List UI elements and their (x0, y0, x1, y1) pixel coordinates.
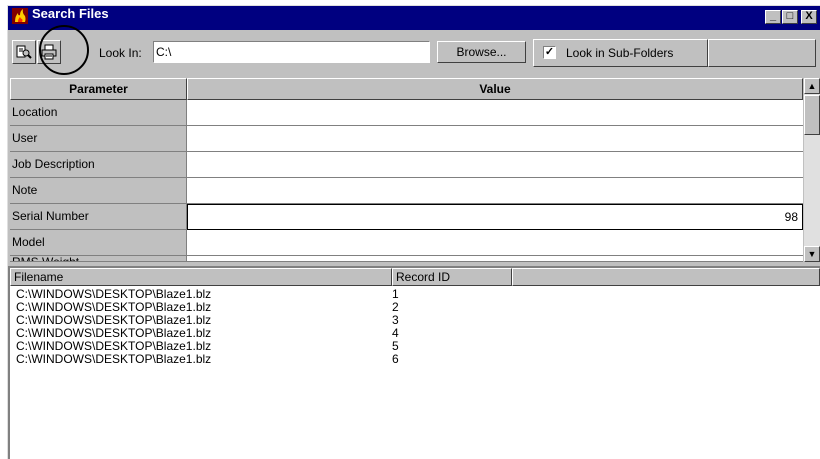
maximize-button[interactable]: □ (782, 10, 798, 24)
close-button[interactable]: X (801, 10, 817, 24)
browse-button[interactable]: Browse... (437, 41, 526, 63)
header-parameter[interactable]: Parameter (10, 78, 187, 100)
param-serial-number: Serial Number (10, 204, 187, 230)
table-row-record-id[interactable]: 5 (392, 340, 492, 353)
app-flame-icon (12, 8, 28, 24)
table-row-record-id[interactable]: 2 (392, 301, 492, 314)
value-rms-weight[interactable] (187, 256, 803, 262)
value-location[interactable] (187, 100, 803, 126)
subfolders-label[interactable]: Look in Sub-Folders (566, 46, 673, 60)
results-list: Filename Record ID C:\WINDOWS\DESKTOP\Bl… (8, 266, 820, 459)
scroll-down-arrow-icon[interactable]: ▼ (804, 246, 820, 262)
value-model[interactable] (187, 230, 803, 256)
minimize-button[interactable]: _ (765, 10, 781, 24)
value-user[interactable] (187, 126, 803, 152)
column-header-record-id[interactable]: Record ID (392, 268, 512, 286)
table-row-record-id[interactable]: 6 (392, 353, 492, 366)
filename-column: C:\WINDOWS\DESKTOP\Blaze1.blz C:\WINDOWS… (16, 288, 392, 366)
column-header-empty (512, 268, 820, 286)
value-serial-number[interactable]: 98 (187, 204, 803, 230)
find-icon (16, 44, 32, 63)
column-header-filename[interactable]: Filename (10, 268, 392, 286)
look-in-input[interactable]: C:\ (153, 41, 430, 63)
scroll-up-arrow-icon[interactable]: ▲ (804, 78, 820, 94)
toolbar-spacer-panel (708, 39, 816, 67)
param-user: User (10, 126, 187, 152)
header-value[interactable]: Value (187, 78, 803, 100)
param-job-description: Job Description (10, 152, 187, 178)
value-job-description[interactable] (187, 152, 803, 178)
highlight-circle (39, 25, 89, 75)
table-row-record-id[interactable]: 3 (392, 314, 492, 327)
window-title: Search Files (32, 6, 109, 21)
param-note: Note (10, 178, 187, 204)
parameter-grid: Parameter Value Location User Job Descri… (10, 78, 803, 262)
look-in-label: Look In: (99, 46, 142, 60)
scroll-thumb[interactable] (804, 95, 820, 135)
value-note[interactable] (187, 178, 803, 204)
table-row-record-id[interactable]: 1 (392, 288, 492, 301)
table-row-record-id[interactable]: 4 (392, 327, 492, 340)
param-model: Model (10, 230, 187, 256)
table-row-filename[interactable]: C:\WINDOWS\DESKTOP\Blaze1.blz (16, 353, 392, 366)
find-button[interactable] (12, 40, 36, 64)
record-id-column: 1 2 3 4 5 6 (392, 288, 492, 366)
subfolders-checkbox[interactable]: ✓ (543, 46, 556, 59)
param-rms-weight: RMS Weight (10, 256, 187, 262)
param-location: Location (10, 100, 187, 126)
